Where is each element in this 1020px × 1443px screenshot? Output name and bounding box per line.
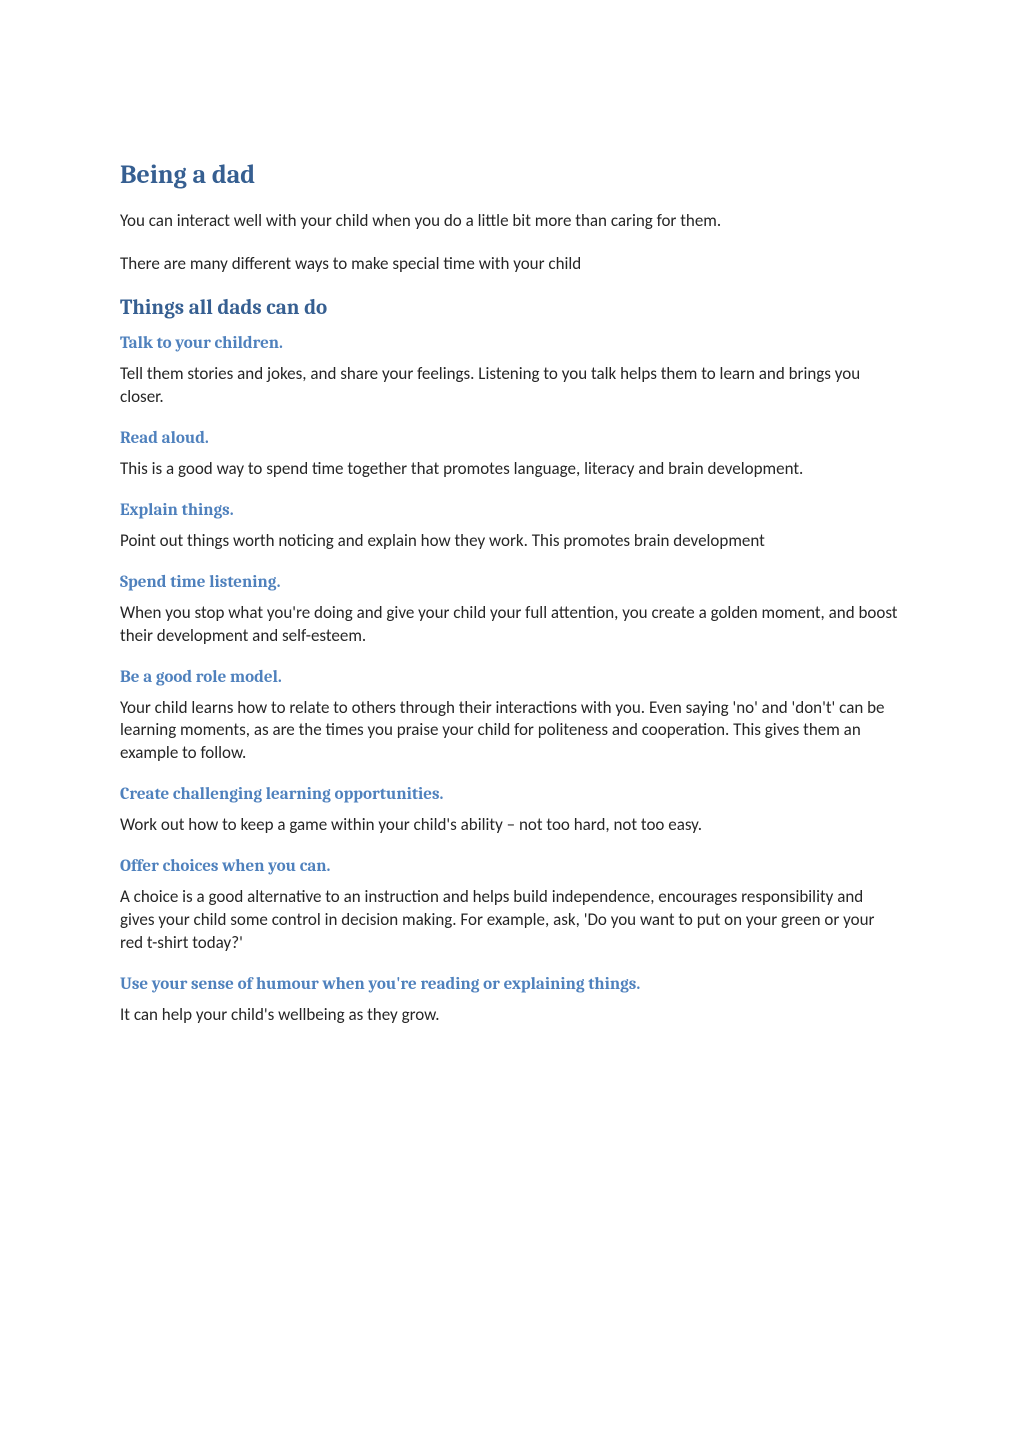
- body-text: Tell them stories and jokes, and share y…: [120, 363, 900, 409]
- content-section: Talk to your children. Tell them stories…: [120, 334, 900, 409]
- body-text: A choice is a good alternative to an ins…: [120, 886, 900, 955]
- page-title: Being a dad: [120, 160, 900, 190]
- content-section: Spend time listening. When you stop what…: [120, 573, 900, 648]
- content-section: Explain things. Point out things worth n…: [120, 501, 900, 553]
- content-section: Offer choices when you can. A choice is …: [120, 857, 900, 955]
- subsection-heading: Offer choices when you can.: [120, 857, 900, 876]
- content-section: Use your sense of humour when you're rea…: [120, 975, 900, 1027]
- subsection-heading: Talk to your children.: [120, 334, 900, 353]
- body-text: When you stop what you're doing and give…: [120, 602, 900, 648]
- subsection-heading: Be a good role model.: [120, 668, 900, 687]
- subsection-heading: Use your sense of humour when you're rea…: [120, 975, 900, 994]
- body-text: Point out things worth noticing and expl…: [120, 530, 900, 553]
- body-text: Work out how to keep a game within your …: [120, 814, 900, 837]
- subsection-heading: Read aloud.: [120, 429, 900, 448]
- body-text: It can help your child's wellbeing as th…: [120, 1004, 900, 1027]
- section-heading: Things all dads can do: [120, 296, 900, 320]
- intro-paragraph: There are many different ways to make sp…: [120, 253, 900, 276]
- subsection-heading: Spend time listening.: [120, 573, 900, 592]
- content-section: Read aloud. This is a good way to spend …: [120, 429, 900, 481]
- subsection-heading: Create challenging learning opportunitie…: [120, 785, 900, 804]
- content-section: Be a good role model. Your child learns …: [120, 668, 900, 766]
- body-text: Your child learns how to relate to other…: [120, 697, 900, 766]
- content-section: Create challenging learning opportunitie…: [120, 785, 900, 837]
- intro-paragraph: You can interact well with your child wh…: [120, 210, 900, 233]
- body-text: This is a good way to spend time togethe…: [120, 458, 900, 481]
- subsection-heading: Explain things.: [120, 501, 900, 520]
- document-page: Being a dad You can interact well with y…: [0, 0, 1020, 1443]
